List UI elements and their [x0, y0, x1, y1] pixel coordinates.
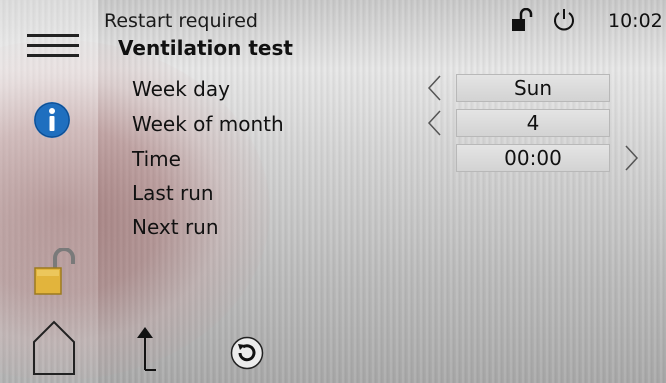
- row-label-time: Time: [132, 147, 181, 171]
- status-message: Restart required: [104, 10, 258, 32]
- chevron-left-icon[interactable]: [426, 109, 442, 137]
- sidebar: [0, 0, 98, 383]
- chevron-left-icon[interactable]: [426, 74, 442, 102]
- unlocked-padlock-icon[interactable]: [510, 8, 534, 32]
- row-label-week-of-month: Week of month: [132, 112, 284, 136]
- info-icon[interactable]: [33, 101, 71, 139]
- brushed-metal-background: [0, 0, 666, 383]
- row-label-last-run: Last run: [132, 181, 214, 205]
- week-day-value[interactable]: Sun: [456, 74, 610, 102]
- time-value[interactable]: 00:00: [456, 144, 610, 172]
- week-of-month-value[interactable]: 4: [456, 109, 610, 137]
- home-icon[interactable]: [32, 320, 76, 376]
- factory-restore-icon[interactable]: [230, 336, 264, 370]
- page-title: Ventilation test: [118, 36, 293, 60]
- row-label-next-run: Next run: [132, 215, 219, 239]
- device-screen: Restart required Ventilation test 10:02 …: [0, 0, 666, 383]
- hamburger-menu-icon[interactable]: [27, 34, 79, 58]
- chevron-right-icon[interactable]: [624, 144, 640, 172]
- power-icon[interactable]: [552, 8, 576, 32]
- unlocked-padlock-icon[interactable]: [33, 248, 77, 296]
- up-arrow-icon[interactable]: [134, 326, 158, 372]
- row-label-week-day: Week day: [132, 77, 230, 101]
- clock: 10:02: [608, 10, 663, 32]
